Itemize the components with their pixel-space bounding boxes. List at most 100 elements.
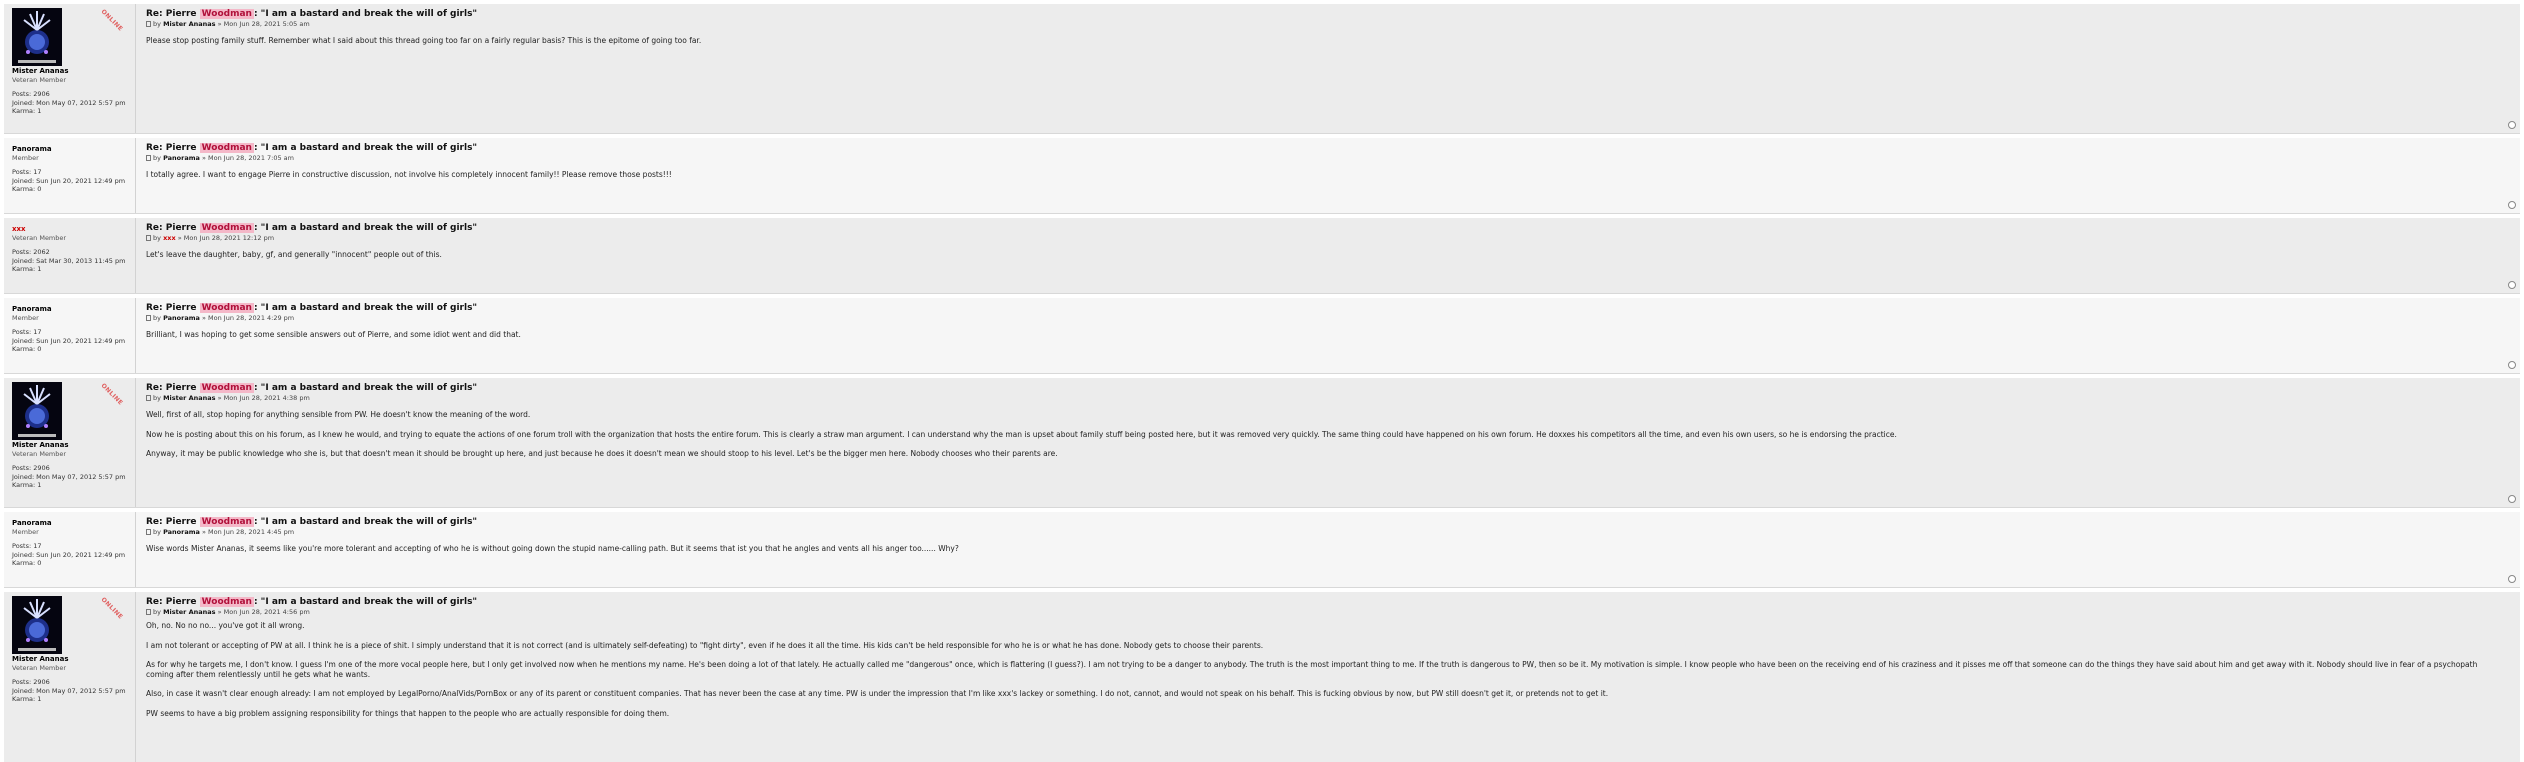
post-paragraph: Also, in case it wasn't clear enough alr…: [146, 689, 1609, 698]
user-joined: Joined: Sun Jun 20, 2021 12:49 pm: [12, 336, 126, 345]
avatar[interactable]: [12, 382, 64, 440]
post-title[interactable]: Re: Pierre Woodman: "I am a bastard and …: [146, 596, 2500, 608]
search-highlight: Woodman: [199, 223, 254, 233]
user-karma: Karma: 1: [12, 695, 42, 703]
back-to-top-icon[interactable]: [2508, 575, 2516, 583]
username[interactable]: Panorama: [12, 519, 135, 528]
username[interactable]: Mister Ananas: [12, 655, 135, 664]
post-icon[interactable]: [146, 529, 151, 535]
post-date: » Mon Jun 28, 2021 5:05 am: [217, 20, 310, 28]
post-title[interactable]: Re: Pierre Woodman: "I am a bastard and …: [146, 142, 2500, 154]
post-paragraph: Well, first of all, stop hoping for anyt…: [146, 410, 531, 419]
post-meta: by xxx » Mon Jun 28, 2021 12:12 pm: [146, 234, 2500, 243]
post-paragraph: I totally agree. I want to engage Pierre…: [146, 170, 672, 179]
back-to-top-icon[interactable]: [2508, 281, 2516, 289]
user-posts: Posts: 2906: [12, 90, 50, 98]
post-author[interactable]: Panorama: [163, 314, 200, 322]
user-rank: Veteran Member: [12, 664, 67, 672]
search-highlight: Woodman: [199, 383, 254, 393]
avatar[interactable]: [12, 8, 64, 66]
online-badge: ONLINE: [99, 382, 125, 407]
post-content: Oh, no. No no no... you've got it all wr…: [146, 621, 2500, 718]
post-profile: Panorama Member Posts: 17 Joined: Sun Jun …: [4, 512, 136, 587]
search-highlight: Woodman: [199, 597, 254, 607]
post: ONLINE Mister Ananas Veteran Member Post…: [4, 4, 2520, 134]
post-icon[interactable]: [146, 155, 151, 161]
username[interactable]: Mister Ananas: [12, 441, 135, 450]
post-icon[interactable]: [146, 609, 151, 615]
post-meta: by Panorama » Mon Jun 28, 2021 4:45 pm: [146, 528, 2500, 537]
post-paragraph: PW seems to have a big problem assigning…: [146, 708, 670, 718]
post-author[interactable]: Mister Ananas: [163, 20, 215, 28]
username[interactable]: xxx: [12, 225, 135, 234]
post-profile: xxx Veteran Member Posts: 2062 Joined: Sat…: [4, 218, 136, 293]
user-karma: Karma: 1: [12, 481, 42, 489]
post-author[interactable]: Panorama: [163, 528, 200, 536]
post-paragraph: Brilliant, I was hoping to get some sens…: [146, 330, 521, 339]
post-body: Re: Pierre Woodman: "I am a bastard and …: [146, 596, 2500, 728]
user-rank: Member: [12, 154, 39, 162]
post-date: » Mon Jun 28, 2021 4:56 pm: [217, 608, 310, 616]
post-title[interactable]: Re: Pierre Woodman: "I am a bastard and …: [146, 516, 2500, 528]
user-karma: Karma: 0: [12, 559, 42, 567]
user-rank: Veteran Member: [12, 234, 67, 242]
user-joined: Joined: Sun Jun 20, 2021 12:49 pm: [12, 550, 126, 559]
user-posts: Posts: 17: [12, 542, 42, 550]
search-highlight: Woodman: [199, 9, 254, 19]
user-rank: Member: [12, 314, 39, 322]
user-posts: Posts: 17: [12, 168, 42, 176]
post-title[interactable]: Re: Pierre Woodman: "I am a bastard and …: [146, 8, 2500, 20]
username[interactable]: Panorama: [12, 145, 135, 154]
post-author[interactable]: xxx: [163, 234, 176, 242]
post: Panorama Member Posts: 17 Joined: Sun Jun …: [4, 138, 2520, 214]
avatar[interactable]: [12, 596, 64, 654]
search-highlight: Woodman: [199, 303, 254, 313]
back-to-top-icon[interactable]: [2508, 201, 2516, 209]
user-joined: Joined: Mon May 07, 2012 5:57 pm: [12, 686, 126, 695]
post-paragraph: Anyway, it may be public knowledge who s…: [146, 449, 1058, 458]
post-paragraph: Oh, no. No no no... you've got it all wr…: [146, 621, 305, 630]
post-author[interactable]: Mister Ananas: [163, 608, 215, 616]
post-title[interactable]: Re: Pierre Woodman: "I am a bastard and …: [146, 302, 2500, 314]
post-author[interactable]: Mister Ananas: [163, 394, 215, 402]
post-title[interactable]: Re: Pierre Woodman: "I am a bastard and …: [146, 222, 2500, 234]
post-body: Re: Pierre Woodman: "I am a bastard and …: [146, 222, 2500, 270]
post-icon[interactable]: [146, 235, 151, 241]
post-content: Let's leave the daughter, baby, gf, and …: [146, 250, 2500, 260]
back-to-top-icon[interactable]: [2508, 361, 2516, 369]
post-meta: by Mister Ananas » Mon Jun 28, 2021 4:38…: [146, 394, 2500, 403]
post-title[interactable]: Re: Pierre Woodman: "I am a bastard and …: [146, 382, 2500, 394]
post-date: » Mon Jun 28, 2021 12:12 pm: [177, 234, 275, 242]
post: Panorama Member Posts: 17 Joined: Sun Jun …: [4, 298, 2520, 374]
online-badge: ONLINE: [99, 8, 125, 33]
user-rank: Member: [12, 528, 39, 536]
post-icon[interactable]: [146, 21, 151, 27]
post-profile: ONLINE Mister Ananas Veteran Member Post…: [4, 592, 136, 762]
post-paragraph: Now he is posting about this on his foru…: [146, 429, 1897, 439]
post-body: Re: Pierre Woodman: "I am a bastard and …: [146, 382, 2500, 469]
post-meta: by Panorama » Mon Jun 28, 2021 4:29 pm: [146, 314, 2500, 323]
username[interactable]: Panorama: [12, 305, 135, 314]
post-date: » Mon Jun 28, 2021 4:29 pm: [201, 314, 295, 322]
post-profile: ONLINE Mister Ananas Veteran Member Post…: [4, 378, 136, 507]
post-icon[interactable]: [146, 315, 151, 321]
user-karma: Karma: 0: [12, 345, 42, 353]
post-profile: ONLINE Mister Ananas Veteran Member Post…: [4, 4, 136, 133]
username[interactable]: Mister Ananas: [12, 67, 135, 76]
post-date: » Mon Jun 28, 2021 7:05 am: [201, 154, 294, 162]
user-posts: Posts: 2906: [12, 678, 50, 686]
pineapple-avatar-icon: [12, 596, 62, 654]
user-joined: Joined: Mon May 07, 2012 5:57 pm: [12, 472, 126, 481]
post: xxx Veteran Member Posts: 2062 Joined: Sat…: [4, 218, 2520, 294]
user-posts: Posts: 17: [12, 328, 42, 336]
post-icon[interactable]: [146, 395, 151, 401]
back-to-top-icon[interactable]: [2508, 495, 2516, 503]
post-author[interactable]: Panorama: [163, 154, 200, 162]
post: Panorama Member Posts: 17 Joined: Sun Jun …: [4, 512, 2520, 588]
post-paragraph: I am not tolerant or accepting of PW at …: [146, 640, 1264, 650]
user-rank: Veteran Member: [12, 76, 67, 84]
back-to-top-icon[interactable]: [2508, 121, 2516, 129]
search-highlight: Woodman: [199, 517, 254, 527]
post-meta: by Panorama » Mon Jun 28, 2021 7:05 am: [146, 154, 2500, 163]
pineapple-avatar-icon: [12, 8, 62, 66]
